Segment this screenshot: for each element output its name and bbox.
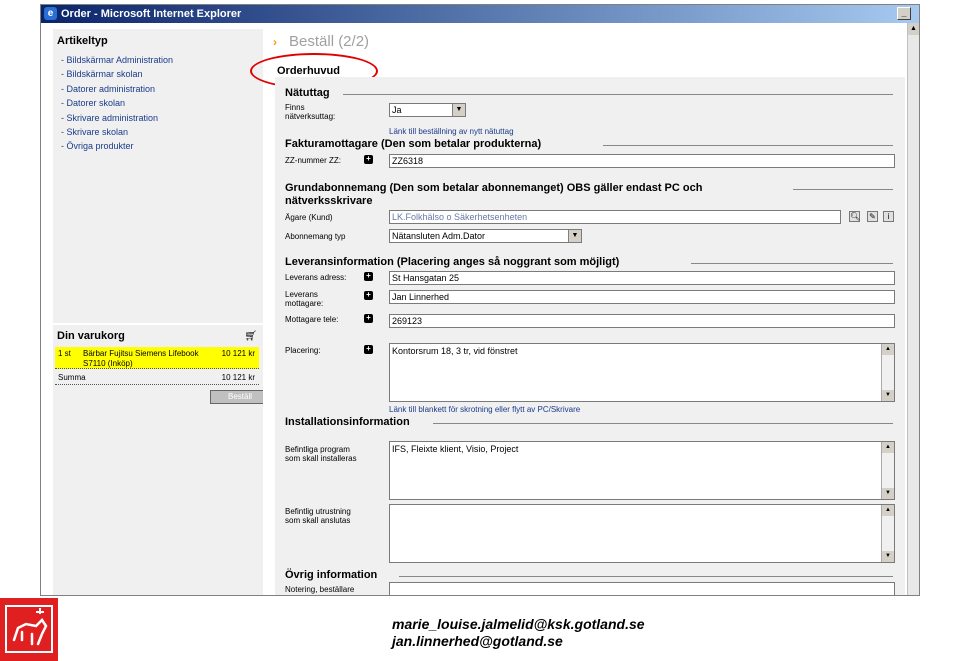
- chevron-right-icon: ›: [273, 35, 277, 49]
- sidebar-item-skrivare-skolan[interactable]: Skrivare skolan: [61, 125, 173, 139]
- owner-label: Ägare (Kund): [285, 213, 333, 222]
- divider: [793, 189, 893, 190]
- placement-value: Kontorsrum 18, 3 tr, vid fönstret: [392, 346, 518, 356]
- gotland-logo: [0, 598, 58, 661]
- sidebar-item-datorer-admin[interactable]: Datorer administration: [61, 82, 173, 96]
- info-icon[interactable]: i: [883, 211, 894, 222]
- email-2: jan.linnerhed@gotland.se: [392, 633, 563, 649]
- cart-sum-label: Summa: [58, 373, 86, 382]
- natuttag-select-value: Ja: [392, 105, 402, 115]
- sidebar-item-bildskarmar-admin[interactable]: Bildskärmar Administration: [61, 53, 174, 67]
- natuttag-heading: Nätuttag: [285, 87, 330, 99]
- sidebar-title: Artikeltyp: [57, 35, 108, 47]
- phone-input[interactable]: 269123: [389, 314, 895, 328]
- cart-row-price: 10 121 kr: [221, 349, 255, 358]
- receiver-input[interactable]: Jan Linnerhed: [389, 290, 895, 304]
- plus-icon[interactable]: +: [364, 291, 373, 300]
- page-title: Beställ (2/2): [289, 33, 370, 50]
- sidebar-item-bildskarmar-skolan[interactable]: Bildskärmar skolan: [61, 67, 173, 81]
- phone-label: Mottagare tele:: [285, 315, 339, 324]
- contact-emails: marie_louise.jalmelid@ksk.gotland.se jan…: [392, 616, 645, 650]
- type-select[interactable]: Nätansluten Adm.Dator ▼: [389, 229, 582, 243]
- divider: [399, 576, 893, 577]
- cart-sum: Summa 10 121 kr: [55, 372, 259, 385]
- natuttag-label: Finns nätverksuttag:: [285, 103, 336, 121]
- cart-row: 1 st Bärbar Fujitsu Siemens Lifebook S71…: [55, 347, 259, 369]
- order-form: Nätuttag Finns nätverksuttag: Ja ▼ Länk …: [275, 77, 905, 595]
- placement-textarea[interactable]: Kontorsrum 18, 3 tr, vid fönstret ▲ ▼: [389, 343, 895, 402]
- browser-window: e Order - Microsoft Internet Explorer _ …: [40, 4, 920, 596]
- grund-heading-line2: nätverksskrivare: [285, 195, 373, 207]
- plus-icon[interactable]: +: [364, 155, 373, 164]
- textarea-scrollbar[interactable]: ▲ ▼: [881, 344, 894, 401]
- programs-textarea[interactable]: IFS, Fleixte klient, Visio, Project ▲ ▼: [389, 441, 895, 500]
- plus-icon[interactable]: +: [364, 345, 373, 354]
- sidebar-list: Bildskärmar Administration Bildskärmar s…: [61, 53, 174, 154]
- cart-icon: 🛒︎: [244, 331, 257, 342]
- cart-sum-value: 10 121 kr: [221, 373, 255, 382]
- window-scrollbar[interactable]: ▲: [907, 23, 919, 595]
- minimize-button[interactable]: _: [897, 7, 911, 20]
- cart-row-item: Bärbar Fujitsu Siemens Lifebook S7110 (I…: [83, 349, 199, 368]
- equipment-label: Befintlig utrustning som skall anslutas: [285, 507, 351, 525]
- cart-title: Din varukorg: [57, 330, 125, 342]
- zz-number-input[interactable]: ZZ6318: [389, 154, 895, 168]
- email-1: marie_louise.jalmelid@ksk.gotland.se: [392, 616, 645, 632]
- address-label: Leverans adress:: [285, 273, 347, 282]
- cart-panel: Din varukorg 🛒︎ 1 st Bärbar Fujitsu Siem…: [53, 323, 270, 595]
- order-button[interactable]: Beställ: [210, 390, 270, 404]
- sidebar-item-datorer-skolan[interactable]: Datorer skolan: [61, 96, 173, 110]
- natuttag-link[interactable]: Länk till beställning av nytt nätuttag: [389, 127, 514, 136]
- note-textarea[interactable]: [389, 582, 895, 595]
- programs-value: IFS, Fleixte klient, Visio, Project: [392, 444, 519, 454]
- leverans-heading: Leveransinformation (Placering anges så …: [285, 256, 620, 268]
- ram-logo-icon: [5, 605, 53, 653]
- sidebar-item-ovriga[interactable]: Övriga produkter: [61, 139, 173, 153]
- cart-row-qty: 1 st: [58, 349, 71, 358]
- natuttag-select[interactable]: Ja ▼: [389, 103, 466, 117]
- main-content: › Beställ (2/2) Orderhuvud Nätuttag Finn…: [250, 23, 907, 595]
- sidebar-item-skrivare-admin[interactable]: Skrivare administration: [61, 111, 173, 125]
- edit-icon[interactable]: ✎: [867, 211, 878, 222]
- divider: [433, 423, 893, 424]
- divider: [343, 94, 893, 95]
- faktura-label: ZZ-nummer ZZ:: [285, 156, 341, 165]
- other-heading: Övrig information: [285, 569, 378, 581]
- scroll-up-icon[interactable]: ▲: [882, 505, 894, 516]
- faktura-heading: Fakturamottagare (Den som betalar produk…: [285, 138, 542, 150]
- type-label: Abonnemang typ: [285, 232, 346, 241]
- ie-icon: e: [44, 7, 57, 20]
- grund-heading-line1: Grundabonnemang (Den som betalar abonnem…: [285, 182, 703, 194]
- search-icon[interactable]: 🔍︎: [849, 211, 860, 222]
- type-select-value: Nätansluten Adm.Dator: [392, 231, 486, 241]
- textarea-scrollbar[interactable]: ▲ ▼: [881, 505, 894, 562]
- scroll-down-icon[interactable]: ▼: [882, 488, 894, 499]
- chevron-down-icon[interactable]: ▼: [452, 104, 465, 116]
- address-input[interactable]: St Hansgatan 25: [389, 271, 895, 285]
- equipment-textarea[interactable]: ▲ ▼: [389, 504, 895, 563]
- receiver-label: Leverans mottagare:: [285, 290, 324, 308]
- divider: [691, 263, 893, 264]
- scrap-link[interactable]: Länk till blankett för skrotning eller f…: [389, 405, 580, 414]
- plus-icon[interactable]: +: [364, 272, 373, 281]
- note-label: Notering, beställare: [285, 585, 355, 594]
- placement-label: Placering:: [285, 346, 321, 355]
- scroll-down-icon[interactable]: ▼: [882, 390, 894, 401]
- scroll-up-icon[interactable]: ▲: [908, 23, 919, 35]
- scroll-up-icon[interactable]: ▲: [882, 344, 894, 355]
- plus-icon[interactable]: +: [364, 314, 373, 323]
- divider: [603, 145, 893, 146]
- title-bar: e Order - Microsoft Internet Explorer _: [41, 5, 919, 23]
- owner-input[interactable]: LK.Folkhälso o Säkerhetsenheten: [389, 210, 841, 224]
- section-head: Orderhuvud: [277, 65, 340, 77]
- install-heading: Installationsinformation: [285, 416, 410, 428]
- window-title: Order - Microsoft Internet Explorer: [61, 8, 242, 20]
- chevron-down-icon[interactable]: ▼: [568, 230, 581, 242]
- textarea-scrollbar[interactable]: ▲ ▼: [881, 442, 894, 499]
- programs-label: Befintliga program som skall installeras: [285, 445, 357, 463]
- scroll-down-icon[interactable]: ▼: [882, 551, 894, 562]
- scroll-up-icon[interactable]: ▲: [882, 442, 894, 453]
